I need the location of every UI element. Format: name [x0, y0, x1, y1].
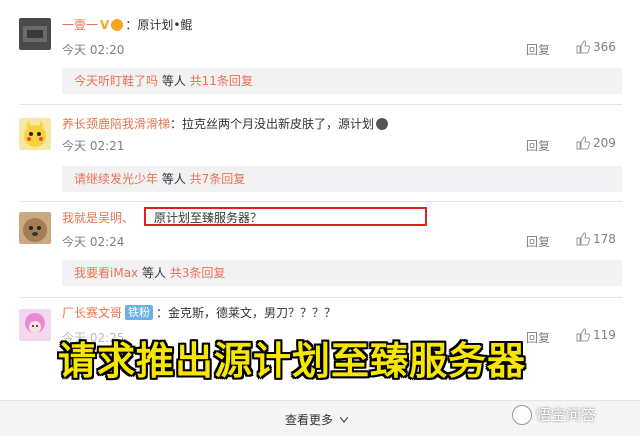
separator: ： — [170, 117, 183, 131]
thumbs-up-icon — [576, 40, 590, 54]
timestamp: 今天 02:24 — [62, 235, 125, 249]
reply-button[interactable]: 回复 — [526, 137, 550, 154]
emoji-icon — [376, 117, 389, 130]
fan-badge: 铁粉 — [125, 305, 154, 320]
username[interactable]: 养长颈鹿陪我滑滑梯 — [62, 115, 170, 132]
sub-reply-count[interactable]: 共11条回复 — [190, 74, 253, 88]
avatar[interactable] — [19, 212, 51, 244]
divider — [19, 297, 622, 298]
avatar[interactable] — [19, 18, 51, 50]
comment-header: 厂长赛文哥 铁粉 ： 金克斯，德莱文，男刀？？？？ — [62, 304, 336, 321]
comment-text: 金克斯，德莱文，男刀？？？？ — [168, 306, 337, 320]
like-button[interactable]: 366 — [576, 40, 616, 54]
chevron-down-icon — [340, 417, 348, 423]
timestamp: 今天 02:20 — [62, 43, 125, 57]
like-count: 209 — [593, 136, 616, 150]
comment-header: 一壹一 V ： 原计划•鲲 — [62, 16, 192, 33]
thumbs-up-icon — [576, 136, 590, 150]
separator: ： — [125, 18, 138, 32]
thumbs-up-icon — [576, 232, 590, 246]
sub-reply-user[interactable]: 我要看iMax — [74, 266, 138, 280]
username[interactable]: 我就是吴明、 — [62, 209, 134, 226]
watermark: 悟空问答 — [512, 404, 596, 425]
sub-reply-user[interactable]: 今天听盯鞋了吗 — [74, 74, 158, 88]
timestamp: 今天 02:21 — [62, 139, 125, 153]
like-button[interactable]: 119 — [576, 328, 616, 342]
sub-reply-count[interactable]: 共7条回复 — [190, 172, 246, 186]
reply-button[interactable]: 回复 — [526, 329, 550, 346]
avatar[interactable] — [19, 309, 51, 341]
reply-button[interactable]: 回复 — [526, 233, 550, 250]
watermark-text: 悟空问答 — [536, 406, 597, 424]
comment-text: 拉克丝两个月没出新皮肤了，源计划 — [182, 117, 375, 131]
like-count: 366 — [593, 40, 616, 54]
username[interactable]: 厂长赛文哥 — [62, 304, 122, 321]
username[interactable]: 一壹一 — [62, 16, 98, 33]
sub-replies[interactable]: 我要看iMax 等人 共3条回复 — [62, 260, 622, 286]
highlight-box — [144, 207, 427, 226]
like-count: 119 — [593, 328, 616, 342]
wukong-logo-icon — [512, 404, 532, 425]
level-icon — [111, 18, 124, 31]
sub-replies[interactable]: 请继续发光少年 等人 共7条回复 — [62, 166, 622, 192]
comment-header: 养长颈鹿陪我滑滑梯 ： 拉克丝两个月没出新皮肤了，源计划 — [62, 115, 389, 132]
like-button[interactable]: 178 — [576, 232, 616, 246]
like-button[interactable]: 209 — [576, 136, 616, 150]
comment-text: 原计划•鲲 — [137, 18, 193, 32]
separator: ： — [156, 306, 169, 320]
sub-replies[interactable]: 今天听盯鞋了吗 等人 共11条回复 — [62, 68, 622, 94]
divider — [19, 201, 622, 202]
thumbs-up-icon — [576, 328, 590, 342]
view-more-button[interactable]: 查看更多 — [285, 411, 333, 428]
avatar[interactable] — [19, 118, 51, 150]
reply-button[interactable]: 回复 — [526, 41, 550, 58]
divider — [19, 104, 622, 105]
sub-reply-user[interactable]: 请继续发光少年 — [74, 172, 158, 186]
like-count: 178 — [593, 232, 616, 246]
verified-v-icon: V — [100, 17, 110, 32]
sub-reply-count[interactable]: 共3条回复 — [170, 266, 226, 280]
overlay-caption: 请求推出源计划至臻服务器 — [58, 339, 527, 383]
